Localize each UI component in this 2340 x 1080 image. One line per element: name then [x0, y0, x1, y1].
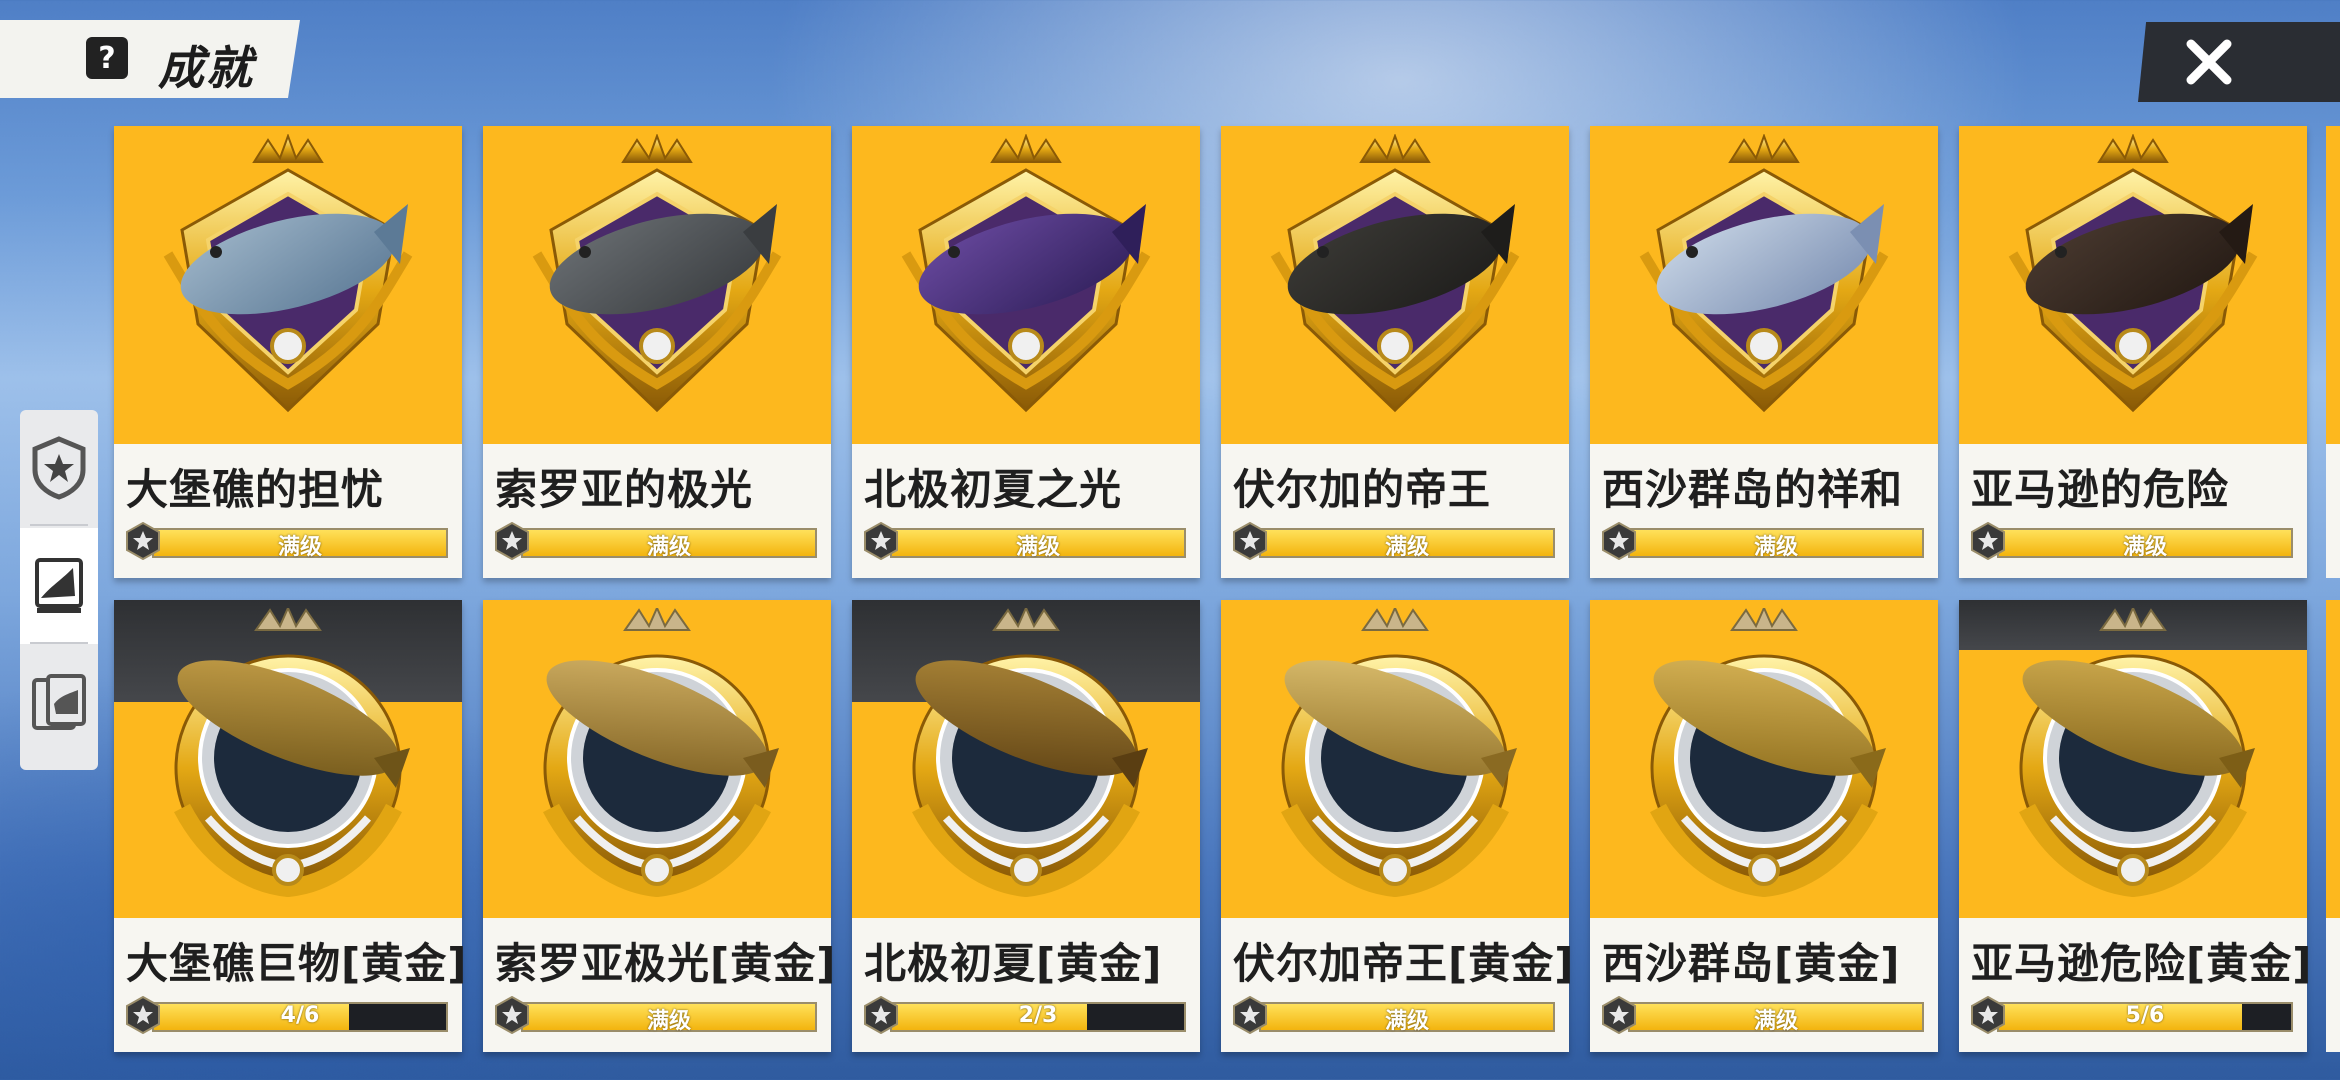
achievement-card[interactable]: 北极初夏[黄金] 2/3 [852, 600, 1200, 1052]
achievement-art [1221, 600, 1569, 918]
trophy-medal-icon [1281, 608, 1517, 898]
progress-label: 满级 [277, 535, 322, 560]
achievement-card[interactable]: 大堡礁巨物[黄金] 4/6 [114, 600, 466, 1052]
progress-bar: 4/6 [152, 1002, 448, 1032]
trophy-medal-icon [532, 134, 782, 413]
side-tab-panel [20, 410, 98, 770]
close-icon [2186, 39, 2232, 85]
star-shield-icon [32, 436, 86, 500]
progress-bar: 满级 [1628, 1002, 1924, 1034]
trophy-medal-icon [912, 608, 1148, 898]
achievement-art [852, 126, 1200, 444]
achievement-card[interactable]: 伏尔加帝王[黄金] 满级 [1221, 600, 1573, 1052]
achievement-art [1590, 126, 1938, 444]
fish-card-icon [35, 558, 83, 613]
achievement-name: 大堡礁的担忧 [126, 465, 385, 514]
achievement-card[interactable]: 索罗亚极光[黄金] 满级 [483, 600, 835, 1052]
achievement-name: 西沙群岛[黄金] [1602, 939, 1901, 988]
progress-bar: 满级 [1997, 528, 2293, 560]
achievement-art [1959, 600, 2307, 918]
progress-bar: 5/6 [1997, 1002, 2293, 1032]
achievement-name: 伏尔加帝王[黄金] [1233, 939, 1575, 988]
rank-badge-icon [864, 996, 898, 1034]
progress-bar: 满级 [521, 528, 817, 560]
rank-badge-icon [864, 522, 898, 560]
rank-badge-icon [1602, 996, 1636, 1034]
achievement-card[interactable]: 伏尔加的帝王满级 [1221, 126, 1569, 578]
tab-fish-achievements[interactable] [20, 528, 98, 644]
partial-card[interactable] [2326, 600, 2340, 1052]
progress-label: 满级 [2122, 535, 2167, 560]
trophy-medal-icon [2008, 134, 2258, 413]
achievement-art [1221, 126, 1569, 444]
achievement-card[interactable]: 索罗亚的极光满级 [483, 126, 831, 578]
trophy-medal-icon [1650, 608, 1886, 898]
progress-label: 满级 [646, 1009, 691, 1034]
progress-bar: 满级 [1628, 528, 1924, 560]
progress-label: 满级 [1753, 1009, 1798, 1034]
rank-badge-icon [126, 522, 160, 560]
achievement-name: 索罗亚极光[黄金] [495, 939, 837, 988]
achievement-name: 西沙群岛的祥和 [1602, 465, 1904, 514]
rank-badge-icon [126, 996, 160, 1034]
achievement-card[interactable]: 亚马逊危险[黄金] 5/6 [1959, 600, 2311, 1052]
trophy-medal-icon [1639, 134, 1889, 413]
achievement-art [114, 600, 462, 918]
progress-label: 满级 [1015, 535, 1060, 560]
close-button[interactable] [2138, 22, 2340, 102]
achievement-art [483, 126, 831, 444]
progress-label: 满级 [1753, 535, 1798, 560]
trophy-medal-icon [1270, 134, 1520, 413]
progress-label: 满级 [1384, 535, 1429, 560]
rank-badge-icon [1971, 996, 2005, 1034]
partial-card[interactable] [2326, 126, 2340, 578]
progress-bar: 满级 [521, 1002, 817, 1034]
rank-badge-icon [1233, 996, 1267, 1034]
achievement-card[interactable]: 北极初夏之光满级 [852, 126, 1200, 578]
progress-label: 满级 [1384, 1009, 1429, 1034]
progress-label: 5/6 [2125, 1003, 2165, 1028]
trophy-medal-icon [2019, 608, 2255, 898]
trophy-medal-icon [543, 608, 779, 898]
achievement-name: 北极初夏[黄金] [864, 939, 1163, 988]
album-icon [32, 674, 86, 730]
progress-bar: 满级 [890, 528, 1186, 560]
progress-bar: 满级 [1259, 528, 1555, 560]
achievement-name: 北极初夏之光 [864, 465, 1123, 514]
achievement-name: 大堡礁巨物[黄金] [126, 939, 468, 988]
achievement-art [852, 600, 1200, 918]
trophy-medal-icon [901, 134, 1151, 413]
trophy-medal-icon [174, 608, 410, 898]
achievement-art [1959, 126, 2307, 444]
achievement-art [1590, 600, 1938, 918]
achievement-card[interactable]: 大堡礁的担忧满级 [114, 126, 462, 578]
progress-bar: 2/3 [890, 1002, 1186, 1032]
progress-bar: 满级 [1259, 1002, 1555, 1034]
rank-badge-icon [495, 522, 529, 560]
page-title: 成就 [158, 41, 254, 95]
rank-badge-icon [1602, 522, 1636, 560]
achievement-art [114, 126, 462, 444]
progress-label: 4/6 [280, 1003, 320, 1028]
help-icon[interactable]: ? [86, 37, 128, 79]
progress-bar: 满级 [152, 528, 448, 560]
achievement-art [483, 600, 831, 918]
page-header: ? 成就 [0, 20, 300, 98]
rank-badge-icon [1233, 522, 1267, 560]
progress-label: 满级 [646, 535, 691, 560]
achievement-name: 伏尔加的帝王 [1233, 465, 1492, 514]
achievement-card[interactable]: 西沙群岛的祥和满级 [1590, 126, 1938, 578]
achievement-name: 索罗亚的极光 [495, 465, 754, 514]
trophy-medal-icon [163, 134, 413, 413]
rank-badge-icon [1971, 522, 2005, 560]
achievement-card[interactable]: 亚马逊的危险满级 [1959, 126, 2307, 578]
tab-album[interactable] [20, 646, 98, 762]
achievement-name: 亚马逊危险[黄金] [1971, 939, 2313, 988]
achievement-name: 亚马逊的危险 [1971, 465, 2230, 514]
rank-badge-icon [495, 996, 529, 1034]
progress-label: 2/3 [1018, 1003, 1058, 1028]
tab-achievement-badges[interactable] [20, 410, 98, 526]
achievement-card[interactable]: 西沙群岛[黄金] 满级 [1590, 600, 1938, 1052]
